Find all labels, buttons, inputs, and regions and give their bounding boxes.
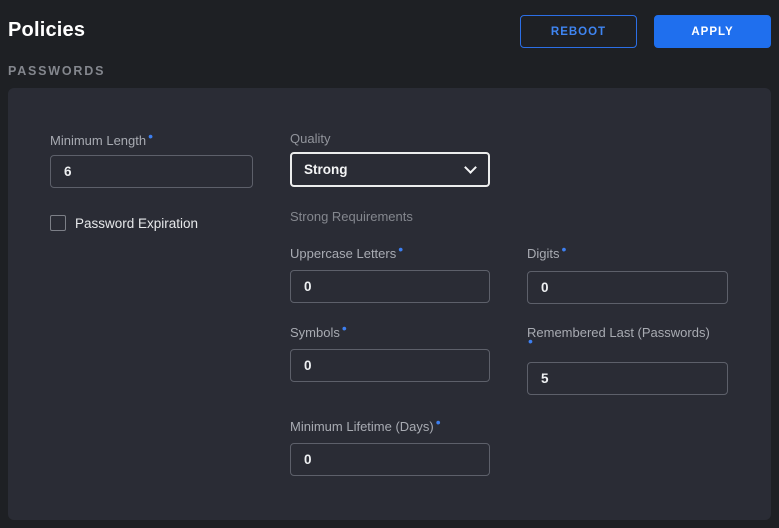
quality-select-value: Strong [304,162,348,177]
required-icon: • [436,414,441,430]
reboot-button[interactable]: REBOOT [520,15,637,48]
password-expiration-checkbox[interactable] [50,215,66,231]
required-icon: • [148,128,153,144]
minimum-length-label: Minimum Length• [50,133,153,148]
remembered-last-label: Remembered Last (Passwords)• [527,325,710,341]
passwords-panel: Minimum Length• Password Expiration Qual… [8,88,771,520]
minimum-lifetime-input[interactable] [290,443,490,476]
password-expiration-row[interactable]: Password Expiration [50,215,198,231]
minimum-length-input[interactable] [50,155,253,188]
policies-screen: Policies REBOOT APPLY PASSWORDS Minimum … [0,0,779,528]
required-icon: • [398,241,403,257]
required-icon: • [342,320,347,336]
minimum-lifetime-label: Minimum Lifetime (Days)• [290,419,441,434]
password-expiration-label: Password Expiration [75,216,198,231]
strong-requirements-title: Strong Requirements [290,209,413,224]
chevron-down-icon [464,161,477,174]
remembered-last-input[interactable] [527,362,728,395]
symbols-input[interactable] [290,349,490,382]
uppercase-letters-label: Uppercase Letters• [290,246,403,261]
digits-label: Digits• [527,246,566,261]
required-icon: • [562,241,567,257]
reboot-button-label: REBOOT [551,26,606,38]
symbols-label: Symbols• [290,325,347,340]
page-title: Policies [8,19,85,42]
quality-label: Quality [290,131,330,146]
uppercase-letters-input[interactable] [290,270,490,303]
passwords-section-label: PASSWORDS [8,64,105,78]
apply-button-label: APPLY [691,26,733,38]
quality-select[interactable]: Strong [290,152,490,187]
digits-input[interactable] [527,271,728,304]
apply-button[interactable]: APPLY [654,15,771,48]
